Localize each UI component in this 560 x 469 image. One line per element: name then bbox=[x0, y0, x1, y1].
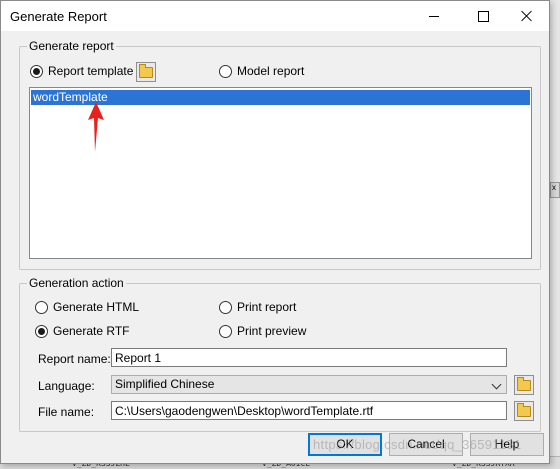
background-edge-right: x bbox=[550, 182, 560, 198]
help-button[interactable]: Help bbox=[470, 433, 544, 456]
report-template-label: Report template bbox=[48, 64, 134, 78]
radio-unselected-indicator bbox=[35, 300, 48, 314]
folder-icon bbox=[139, 63, 153, 78]
browse-file-button[interactable] bbox=[514, 401, 534, 421]
generate-rtf-radio[interactable]: Generate RTF bbox=[35, 324, 129, 338]
radio-selected-indicator bbox=[35, 324, 48, 338]
minimize-button[interactable] bbox=[411, 1, 457, 31]
language-select[interactable]: Simplified Chinese bbox=[111, 375, 507, 394]
generation-action-legend: Generation action bbox=[27, 276, 126, 290]
cancel-button[interactable]: Cancel bbox=[389, 433, 463, 456]
radio-unselected-indicator bbox=[219, 324, 232, 338]
folder-icon bbox=[517, 376, 531, 391]
ok-button[interactable]: OK bbox=[308, 433, 382, 456]
radio-unselected-indicator bbox=[219, 64, 232, 78]
generate-html-radio[interactable]: Generate HTML bbox=[35, 300, 139, 314]
chevron-down-icon bbox=[491, 379, 502, 390]
annotation-arrow-icon bbox=[88, 102, 104, 152]
dialog-title: Generate Report bbox=[10, 9, 107, 24]
radio-unselected-indicator bbox=[219, 300, 232, 314]
close-button[interactable] bbox=[504, 1, 550, 31]
model-report-label: Model report bbox=[237, 64, 305, 78]
folder-icon bbox=[517, 402, 531, 417]
language-value: Simplified Chinese bbox=[115, 377, 215, 391]
file-name-input[interactable]: C:\Users\gaodengwen\Desktop\wordTemplate… bbox=[111, 401, 507, 420]
file-name-label: File name: bbox=[38, 405, 95, 419]
print-preview-radio[interactable]: Print preview bbox=[219, 324, 306, 338]
background-marker-right: x bbox=[552, 183, 556, 192]
print-report-radio[interactable]: Print report bbox=[219, 300, 296, 314]
print-preview-label: Print preview bbox=[237, 324, 307, 338]
browse-language-button[interactable] bbox=[514, 375, 534, 395]
print-report-label: Print report bbox=[237, 300, 297, 314]
report-name-label: Report name: bbox=[38, 352, 111, 366]
model-report-radio[interactable]: Model report bbox=[219, 64, 304, 78]
generate-rtf-label: Generate RTF bbox=[53, 324, 130, 338]
maximize-button[interactable] bbox=[460, 1, 506, 31]
generate-html-label: Generate HTML bbox=[53, 300, 140, 314]
title-bar: Generate Report bbox=[1, 1, 549, 31]
generate-report-legend: Generate report bbox=[27, 39, 116, 53]
minimize-icon bbox=[429, 15, 439, 17]
generate-report-dialog: Generate Report Generate report Report t… bbox=[0, 0, 550, 464]
report-name-input[interactable]: Report 1 bbox=[111, 348, 507, 367]
browse-template-button[interactable] bbox=[136, 62, 156, 82]
report-template-radio[interactable]: Report template bbox=[30, 64, 133, 78]
maximize-icon bbox=[477, 10, 489, 22]
close-icon bbox=[521, 10, 533, 22]
language-label: Language: bbox=[38, 379, 95, 393]
radio-selected-indicator bbox=[30, 64, 43, 78]
